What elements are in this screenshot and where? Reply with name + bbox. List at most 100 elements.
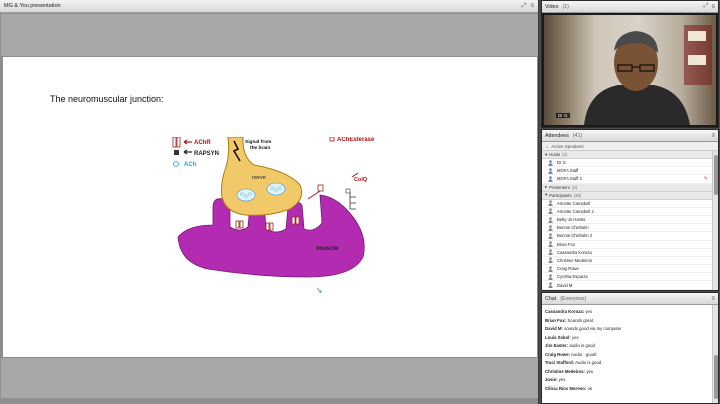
user-icon	[548, 282, 553, 289]
legend-ach	[173, 161, 179, 167]
attendees-pod-header: Attendees (41) ≡	[542, 130, 718, 142]
pod-menu-icon[interactable]: ≡	[711, 4, 715, 10]
receptor-2	[265, 222, 274, 231]
attendee-row[interactable]: Bonnie Chisholm 2	[542, 232, 712, 241]
attendee-list: ▾ Hosts (3) Dr G MGFA Staff MGFA Staff 2…	[542, 151, 712, 290]
attendee-row[interactable]: Annette Campbell 2	[542, 208, 712, 216]
attendee-row[interactable]: Dr G	[542, 159, 712, 168]
chat-pod-header: Chat (Everyone) ≡	[542, 293, 718, 305]
muscle-label: muscle	[316, 245, 339, 252]
fullscreen-icon[interactable]: ⤢	[522, 3, 527, 10]
section-participants[interactable]: ▾ Participants (38)	[542, 191, 712, 200]
chat-message: Cassandra Koroza: yes	[545, 309, 593, 314]
presentation-pod-header: MG & You presentation ⤢ ≡	[0, 0, 538, 13]
attendee-row[interactable]: Annette Campbell	[542, 200, 712, 208]
section-hosts[interactable]: ▾ Hosts (3)	[542, 151, 712, 159]
chat-message: Traci Stafford: Audio is good	[545, 360, 602, 365]
presentation-bottom-area	[1, 358, 538, 398]
chat-pod: Chat (Everyone) ≡ Cassandra Koroza: yes …	[541, 292, 719, 404]
active-speakers-label: Active Speakers	[551, 143, 584, 149]
chat-message: Josie: yes	[545, 377, 566, 382]
video-feed: Dr G	[542, 13, 718, 127]
user-icon	[548, 274, 553, 280]
user-icon	[548, 176, 553, 182]
status-flag-icon: ✎	[703, 175, 708, 182]
chat-message: Jim Easter: audio is good	[545, 343, 595, 348]
label-ach: ACh	[184, 162, 197, 168]
receptor-1	[235, 220, 244, 229]
signal-label-line2: the brain	[250, 145, 270, 151]
presenter-silhouette	[584, 25, 712, 125]
pod-menu-icon[interactable]: ≡	[711, 296, 715, 302]
vesicle-group-right	[266, 182, 286, 196]
presentation-title: MG & You presentation	[4, 3, 61, 9]
attendee-row[interactable]: Craig Rowe	[542, 265, 712, 274]
collapse-icon: ▾	[545, 151, 548, 157]
neuromuscular-junction-diagram: muscle nerve Signal from the brain AChR …	[172, 137, 375, 278]
video-title: Video	[545, 3, 559, 10]
attendees-count: (41)	[572, 132, 583, 139]
attendee-row[interactable]: Cynthia Esparza	[542, 273, 712, 282]
chat-title: Chat	[545, 295, 557, 302]
presenter-name: Dr G	[556, 113, 570, 118]
slide: The neuromuscular junction: muscle nerve	[3, 57, 537, 357]
attendee-row[interactable]: Bonnie Chisholm	[542, 224, 712, 233]
meeting-room: MG & You presentation ⤢ ≡ The neuromuscu…	[0, 0, 720, 404]
microphone-icon: ♪	[546, 143, 549, 149]
presentation-pod: MG & You presentation ⤢ ≡ The neuromuscu…	[0, 0, 539, 404]
nerve-label: nerve	[252, 175, 266, 181]
pod-menu-icon[interactable]: ≡	[530, 3, 534, 9]
label-achr: AChR	[194, 140, 211, 146]
video-count: (1)	[562, 3, 569, 10]
attendee-scrollbar[interactable]	[712, 151, 718, 290]
attendee-row[interactable]: Cassandra Koroza	[542, 249, 712, 257]
collapse-icon: ▸	[545, 184, 548, 190]
right-column: Video (1) ⤢ ≡ Dr G Attendees (41) ≡ ♪ Ac…	[540, 0, 720, 404]
user-icon	[548, 241, 553, 248]
legend-rapsyn	[174, 149, 192, 155]
chat-message: Brian Fox: Sounds great	[545, 317, 594, 323]
chat-message: David M: sounds good via my computer	[545, 326, 622, 331]
chat-message: Craig Rowe: Audio - good!	[545, 351, 597, 357]
user-icon	[548, 265, 553, 272]
label-colq: ColQ	[354, 177, 368, 183]
label-rapsyn: RAPSYN	[194, 151, 219, 157]
user-icon	[548, 233, 553, 239]
user-icon	[548, 168, 553, 174]
attendee-row[interactable]: MGFA Staff 2 ✎	[542, 175, 712, 184]
attendee-row[interactable]: David M	[542, 281, 712, 290]
user-icon	[548, 225, 553, 231]
user-icon	[548, 249, 553, 256]
legend-achesterase	[329, 137, 335, 142]
signal-label-line1: Signal from	[245, 139, 271, 145]
attendee-row[interactable]: Brian Fox	[542, 241, 712, 249]
pod-menu-icon[interactable]: ≡	[711, 133, 715, 139]
user-icon	[548, 208, 553, 215]
video-pod-header: Video (1) ⤢ ≡	[542, 1, 718, 13]
slide-heading: The neuromuscular junction:	[50, 94, 164, 104]
chat-scrollbar[interactable]	[712, 305, 718, 403]
vesicle-group-left	[236, 188, 256, 202]
video-pod: Video (1) ⤢ ≡ Dr G	[541, 0, 719, 128]
user-icon	[548, 159, 553, 166]
attendee-row[interactable]: Christine Medeiros	[542, 257, 712, 266]
presentation-top-area	[1, 14, 538, 56]
legend-achr	[172, 137, 192, 148]
user-icon	[548, 257, 553, 264]
label-achesterase: AChEsterase	[337, 137, 375, 143]
fullscreen-icon[interactable]: ⤢	[704, 3, 709, 10]
user-icon	[548, 200, 553, 207]
section-presenters[interactable]: ▸ Presenters (0)	[542, 183, 712, 192]
cursor-icon: ➘	[316, 286, 323, 295]
attendees-pod: Attendees (41) ≡ ♪ Active Speakers ▾ Hos…	[541, 129, 719, 291]
chat-message: Christine Medeiros: yes	[545, 368, 594, 374]
active-speakers-row[interactable]: ♪ Active Speakers	[542, 142, 718, 151]
attendee-row[interactable]: Betty Jo Hanks	[542, 216, 712, 225]
user-icon	[548, 216, 553, 223]
chat-audience: (Everyone)	[560, 295, 587, 302]
presenter-video	[544, 15, 716, 125]
chat-message: Cilicia Rios Moreno: ok	[545, 385, 593, 391]
attendee-row[interactable]: MGFA Staff	[542, 167, 712, 176]
collapse-icon: ▾	[545, 192, 548, 198]
chat-messages: Cassandra Koroza: yes Brian Fox: Sounds …	[542, 305, 712, 403]
